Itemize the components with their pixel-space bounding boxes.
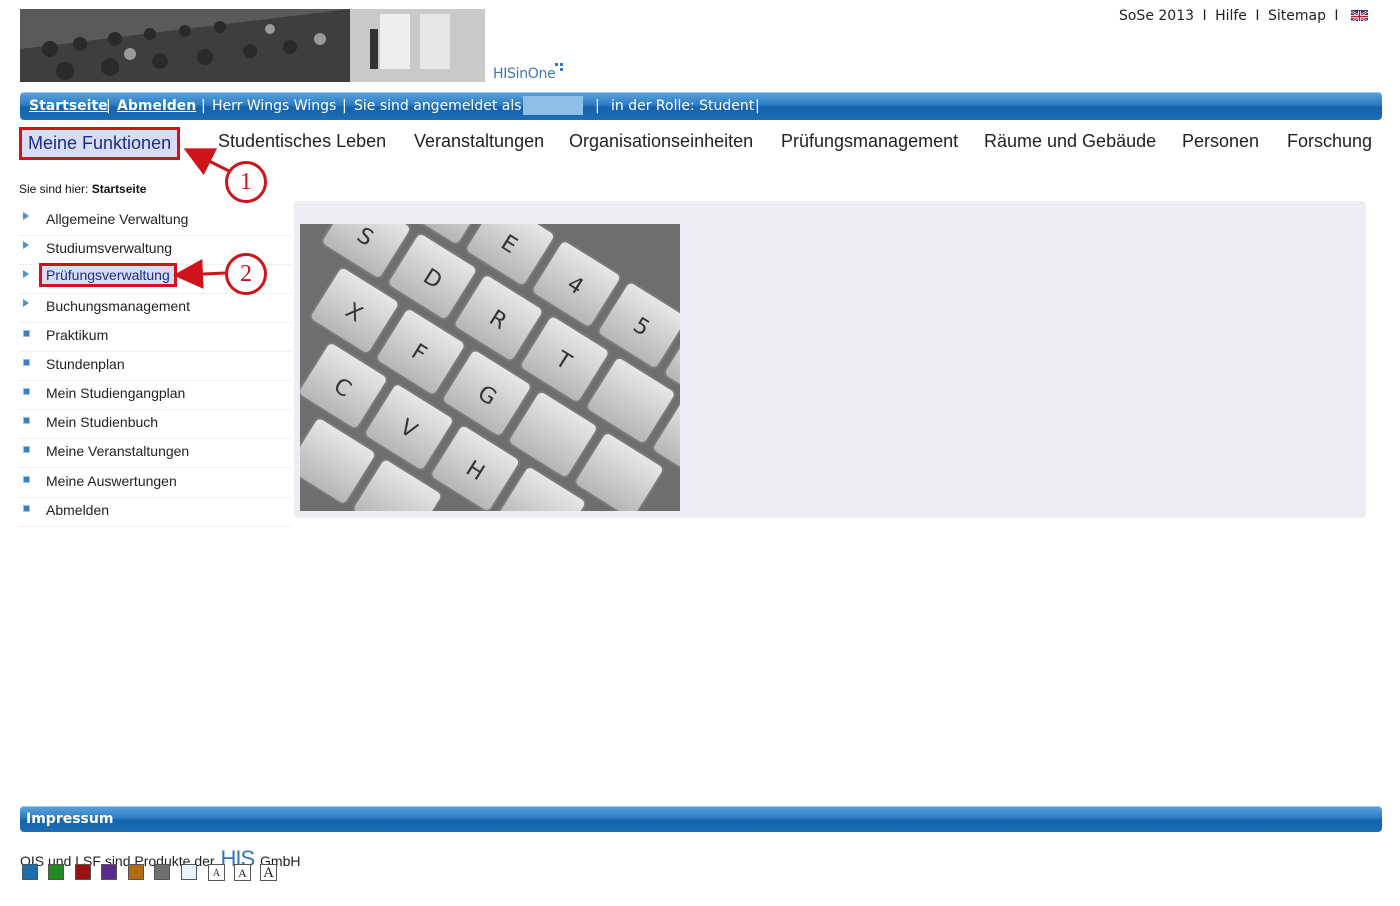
sitemap-link[interactable]: Sitemap [1268,8,1326,24]
font-size-medium-button[interactable]: A [234,864,251,881]
color-scheme-light-button[interactable] [181,864,197,880]
separator: | [595,98,600,114]
menu-item-allgemeine-verwaltung[interactable]: Allgemeine Verwaltung [20,206,292,236]
bullet-square-icon [23,359,30,366]
expand-triangle-icon [23,299,29,307]
font-size-large-button[interactable]: A [260,864,277,881]
separator: | [342,98,347,114]
menu-item-label[interactable]: Prüfungsverwaltung [39,263,177,287]
nav-forschung[interactable]: Forschung [1287,131,1372,152]
color-scheme-orange-button[interactable] [128,864,144,880]
font-size-small-button[interactable]: A [208,864,225,881]
uk-flag-icon[interactable] [1351,10,1368,21]
user-bar: Startseite | Abmelden | Herr Wings Wings… [20,92,1382,120]
role-label: in der Rolle: Student [611,98,755,114]
menu-item-mein-studienbuch[interactable]: Mein Studienbuch [20,409,292,439]
color-scheme-purple-button[interactable] [101,864,117,880]
nav-raeume-und-gebaeude[interactable]: Räume und Gebäude [984,131,1156,152]
menu-item-label[interactable]: Meine Veranstaltungen [46,443,189,459]
bullet-square-icon [23,505,30,512]
menu-item-abmelden[interactable]: Abmelden [20,497,292,527]
header-banner-image [20,9,485,82]
bullet-square-icon [23,476,30,483]
expand-triangle-icon [23,241,29,249]
menu-item-buchungsmanagement[interactable]: Buchungsmanagement [20,293,292,323]
menu-item-mein-studiengangplan[interactable]: Mein Studiengangplan [20,380,292,410]
hisinone-logo: HISinOne [493,63,563,82]
menu-item-label[interactable]: Studiumsverwaltung [46,240,172,256]
menu-item-label[interactable]: Abmelden [46,502,109,518]
color-scheme-gray-button[interactable] [154,864,170,880]
separator: I [1334,8,1339,24]
color-scheme-red-button[interactable] [75,864,91,880]
menu-item-label[interactable]: Allgemeine Verwaltung [46,211,188,227]
nav-meine-funktionen[interactable]: Meine Funktionen [19,127,181,160]
expand-triangle-icon [23,270,29,278]
expand-triangle-icon [23,212,29,220]
home-link[interactable]: Startseite [29,98,108,114]
menu-item-label[interactable]: Praktikum [46,327,108,343]
separator: | [201,98,206,114]
menu-item-label[interactable]: Meine Auswertungen [46,473,177,489]
separator: | [106,98,111,114]
nav-personen[interactable]: Personen [1182,131,1259,152]
impressum-link[interactable]: Impressum [26,811,113,827]
top-links: SoSe 2013 I Hilfe I Sitemap I [1119,8,1368,24]
logged-in-label: Sie sind angemeldet als: [354,98,527,114]
keyboard-image: AWE 45 SDR T XFG CVH [300,224,680,511]
semester-label: SoSe 2013 [1118,8,1195,24]
logout-link[interactable]: Abmelden [117,98,196,114]
color-scheme-blue-button[interactable] [22,864,38,880]
logo-dots-icon [555,63,563,71]
menu-item-meine-veranstaltungen[interactable]: Meine Veranstaltungen [20,438,292,468]
footer-bar: Impressum [20,806,1382,832]
logo-text: HISinOne [493,66,556,82]
breadcrumb: Sie sind hier: Startseite [19,182,146,196]
nav-studentisches-leben[interactable]: Studentisches Leben [218,131,386,152]
menu-item-label[interactable]: Mein Studiengangplan [46,385,185,401]
bullet-square-icon [23,446,30,453]
menu-item-meine-auswertungen[interactable]: Meine Auswertungen [20,468,292,498]
annotation-arrow-1 [183,148,230,176]
bullet-square-icon [23,388,30,395]
menu-item-label[interactable]: Stundenplan [46,356,125,372]
breadcrumb-prefix: Sie sind hier: [19,182,89,196]
color-scheme-green-button[interactable] [48,864,64,880]
menu-item-label[interactable]: Buchungsmanagement [46,298,190,314]
annotation-callout-2: 2 [225,253,267,295]
help-link[interactable]: Hilfe [1215,8,1247,24]
menu-item-label[interactable]: Mein Studienbuch [46,414,158,430]
nav-organisationseinheiten[interactable]: Organisationseinheiten [569,131,753,152]
separator: I [1255,8,1260,24]
separator: | [755,98,760,114]
nav-veranstaltungen[interactable]: Veranstaltungen [414,131,544,152]
bullet-square-icon [23,330,30,337]
menu-item-praktikum[interactable]: Praktikum [20,322,292,352]
annotation-callout-1: 1 [225,161,267,203]
user-name: Herr Wings Wings [212,98,337,114]
nav-pruefungsmanagement[interactable]: Prüfungsmanagement [781,131,958,152]
breadcrumb-current[interactable]: Startseite [92,182,147,196]
menu-item-stundenplan[interactable]: Stundenplan [20,351,292,381]
separator: I [1202,8,1207,24]
bullet-square-icon [23,417,30,424]
redacted-username [523,96,583,115]
